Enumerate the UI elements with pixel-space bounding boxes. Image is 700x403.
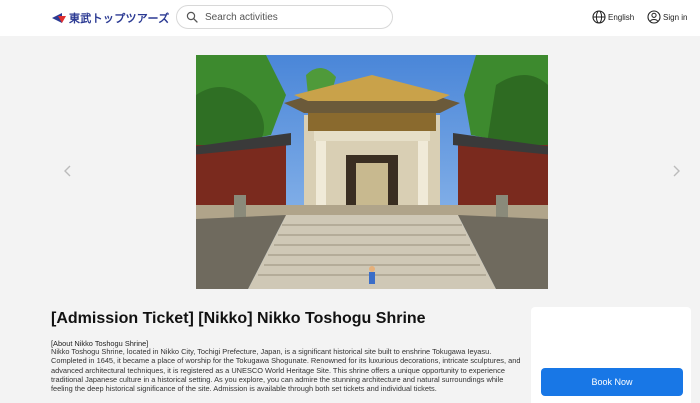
signin-label: Sign in — [663, 12, 688, 22]
signin-link[interactable]: Sign in — [647, 10, 687, 24]
language-selector[interactable]: English — [592, 10, 634, 24]
site-logo[interactable]: 東武トップツアーズ — [52, 10, 170, 26]
shrine-photo — [196, 55, 548, 289]
chevron-left-icon[interactable] — [62, 164, 74, 178]
user-icon — [647, 10, 661, 24]
book-now-button[interactable]: Book Now — [541, 368, 683, 396]
page-title: [Admission Ticket] [Nikko] Nikko Toshogu… — [51, 310, 426, 327]
language-label: English — [608, 12, 635, 22]
logo-text: 東武トップツアーズ — [69, 12, 170, 25]
description-text: Nikko Toshogu Shrine, located in Nikko C… — [51, 347, 521, 394]
top-header: 東武トップツアーズ English Sign in — [0, 0, 700, 36]
search-input[interactable] — [205, 11, 375, 23]
search-bar[interactable] — [176, 5, 393, 29]
chevron-right-icon[interactable] — [670, 164, 682, 178]
globe-icon — [592, 10, 606, 24]
logo-mark-icon — [52, 11, 66, 25]
search-icon — [186, 11, 198, 23]
